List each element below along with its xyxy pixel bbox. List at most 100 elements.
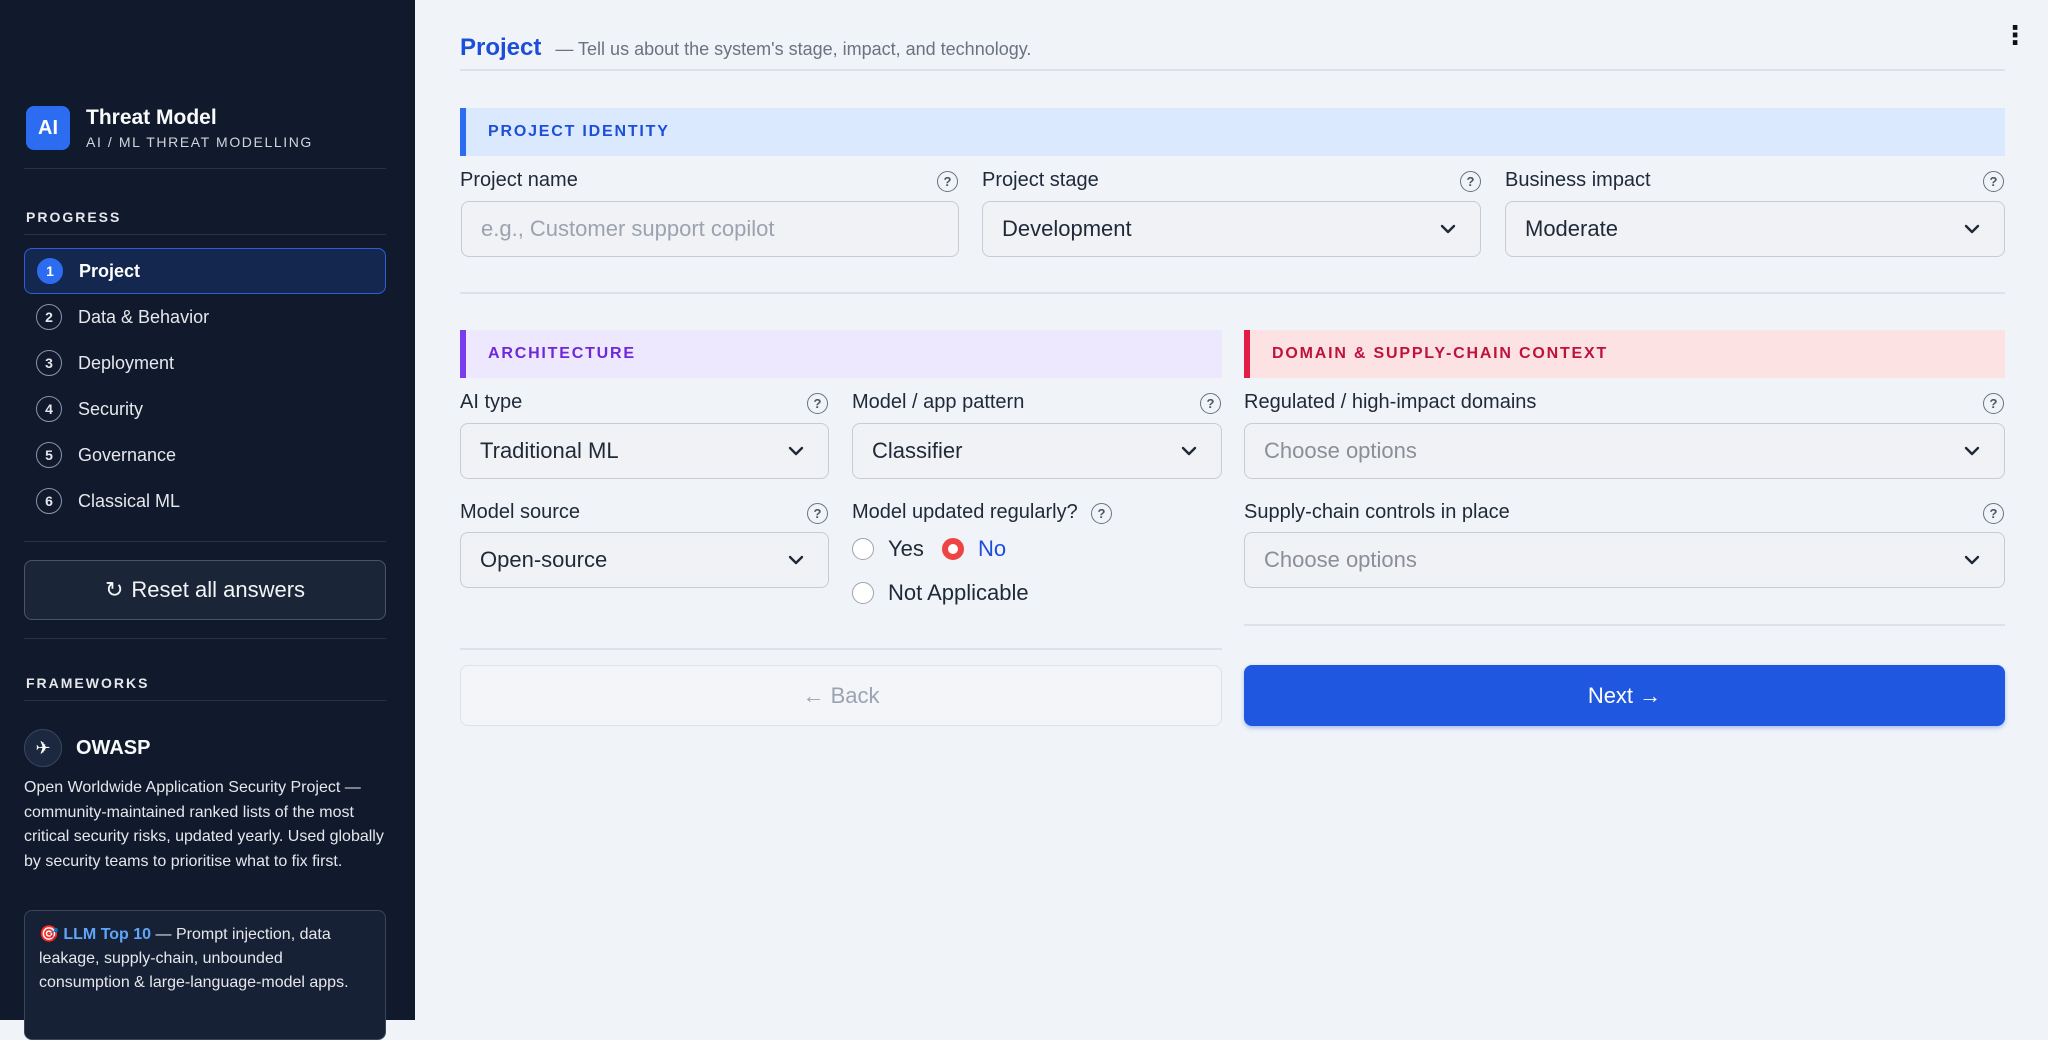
project-stage-label: Project stage — [982, 169, 1099, 191]
step-number: 5 — [36, 442, 62, 468]
chevron-down-icon — [1181, 446, 1197, 456]
project-stage-value: Development — [1002, 216, 1132, 241]
reset-label: Reset all answers — [131, 577, 306, 602]
chevron-down-icon — [788, 446, 804, 456]
radio-not-applicable[interactable]: Not Applicable — [852, 580, 1029, 606]
chevron-down-icon — [1440, 224, 1456, 234]
model-pattern-label: Model / app pattern — [852, 391, 1025, 413]
radio-label: No — [978, 536, 1007, 561]
sidebar: AI Threat Model AI / ML THREAT MODELLING… — [0, 0, 415, 1040]
section-domain-supply-chain: DOMAIN & SUPPLY-CHAIN CONTEXT — [1244, 330, 2005, 378]
divider — [24, 700, 386, 701]
chevron-down-icon — [1964, 446, 1980, 456]
business-impact-select[interactable]: Moderate — [1505, 201, 2005, 257]
divider — [24, 541, 386, 542]
section-divider — [460, 292, 2005, 294]
section-architecture: ARCHITECTURE — [460, 330, 1222, 378]
business-impact-value: Moderate — [1525, 216, 1618, 241]
regulated-domains-label: Regulated / high-impact domains — [1244, 391, 1537, 413]
model-source-select[interactable]: Open-source — [460, 532, 829, 588]
framework-card-llm-top-10: 🎯 LLM Top 10 — Prompt injection, data le… — [24, 910, 386, 1040]
step-classical-ml[interactable]: 6 Classical ML — [24, 478, 386, 524]
supply-chain-multiselect[interactable]: Choose options — [1244, 532, 2005, 588]
progress-heading: PROGRESS — [26, 209, 122, 225]
radio-label: Yes — [888, 536, 924, 561]
project-stage-select[interactable]: Development — [982, 201, 1481, 257]
help-icon[interactable]: ? — [1983, 171, 2004, 192]
model-pattern-select[interactable]: Classifier — [852, 423, 1222, 479]
project-name-field[interactable] — [481, 216, 958, 242]
brand: AI Threat Model AI / ML THREAT MODELLING — [26, 106, 313, 150]
framework-owasp: ✈ OWASP — [24, 729, 150, 767]
framework-name: OWASP — [76, 736, 151, 759]
step-number: 1 — [37, 258, 63, 284]
help-icon[interactable]: ? — [937, 171, 958, 192]
chevron-down-icon — [1964, 224, 1980, 234]
step-label: Governance — [78, 444, 177, 465]
step-governance[interactable]: 5 Governance — [24, 432, 386, 478]
step-label: Deployment — [78, 352, 175, 373]
ai-type-value: Traditional ML — [480, 438, 619, 463]
step-label: Project — [79, 260, 141, 281]
radio-label: Not Applicable — [888, 580, 1029, 605]
divider — [24, 234, 386, 235]
radio-circle-selected — [942, 538, 964, 560]
brand-subtitle: AI / ML THREAT MODELLING — [86, 134, 313, 150]
ai-type-select[interactable]: Traditional ML — [460, 423, 829, 479]
step-label: Security — [78, 398, 144, 419]
rotate-ccw-icon: ↻ — [104, 577, 124, 602]
frameworks-heading: FRAMEWORKS — [26, 675, 150, 691]
radio-yes[interactable]: Yes — [852, 536, 924, 562]
model-pattern-value: Classifier — [872, 438, 963, 463]
step-data-behavior[interactable]: 2 Data & Behavior — [24, 294, 386, 340]
brand-title: Threat Model — [86, 106, 217, 129]
step-project[interactable]: 1 Project — [24, 248, 386, 294]
step-number: 3 — [36, 350, 62, 376]
reset-all-button[interactable]: ↻ Reset all answers — [24, 560, 386, 620]
next-button[interactable]: Next → — [1244, 665, 2005, 726]
project-name-input[interactable] — [461, 201, 959, 257]
model-source-value: Open-source — [480, 547, 608, 572]
radio-circle — [852, 582, 874, 604]
back-button[interactable]: ← Back — [460, 665, 1222, 726]
model-updated-label: Model updated regularly? — [852, 501, 1078, 523]
ai-type-label: AI type — [460, 391, 523, 413]
regulated-domains-placeholder: Choose options — [1264, 438, 1417, 463]
help-icon[interactable]: ? — [807, 503, 828, 524]
step-number: 2 — [36, 304, 62, 330]
divider — [24, 638, 386, 639]
help-icon[interactable]: ? — [1091, 503, 1112, 524]
help-icon[interactable]: ? — [1983, 503, 2004, 524]
chevron-down-icon — [788, 555, 804, 565]
chevron-down-icon — [1964, 555, 1980, 565]
supply-chain-placeholder: Choose options — [1264, 547, 1417, 572]
more-vertical-icon[interactable]: ⋮ — [2002, 20, 2028, 51]
main-content: Project — Tell us about the system's sta… — [415, 0, 2048, 1020]
step-number: 4 — [36, 396, 62, 422]
divider — [24, 168, 386, 169]
page-header: Project — Tell us about the system's sta… — [460, 34, 1031, 62]
framework-card-title[interactable]: LLM Top 10 — [63, 926, 151, 943]
section-project-identity: PROJECT IDENTITY — [460, 108, 2005, 156]
brand-logo: AI — [26, 106, 70, 150]
help-icon[interactable]: ? — [1200, 393, 1221, 414]
nav-divider — [1244, 624, 2005, 626]
step-security[interactable]: 4 Security — [24, 386, 386, 432]
page-subtitle: — Tell us about the system's stage, impa… — [555, 39, 1032, 59]
supply-chain-label: Supply-chain controls in place — [1244, 501, 1510, 523]
radio-no[interactable]: No — [942, 536, 1006, 562]
regulated-domains-multiselect[interactable]: Choose options — [1244, 423, 2005, 479]
step-label: Data & Behavior — [78, 306, 210, 327]
step-deployment[interactable]: 3 Deployment — [24, 340, 386, 386]
model-source-label: Model source — [460, 501, 581, 523]
help-icon[interactable]: ? — [807, 393, 828, 414]
step-number: 6 — [36, 488, 62, 514]
business-impact-label: Business impact — [1505, 169, 1651, 191]
plane-icon: ✈ — [24, 729, 62, 767]
help-icon[interactable]: ? — [1983, 393, 2004, 414]
page-title: Project — [460, 34, 542, 61]
progress-steps: 1 Project 2 Data & Behavior 3 Deployment… — [24, 248, 386, 524]
help-icon[interactable]: ? — [1460, 171, 1481, 192]
framework-description: Open Worldwide Application Security Proj… — [24, 779, 384, 870]
radio-circle — [852, 538, 874, 560]
